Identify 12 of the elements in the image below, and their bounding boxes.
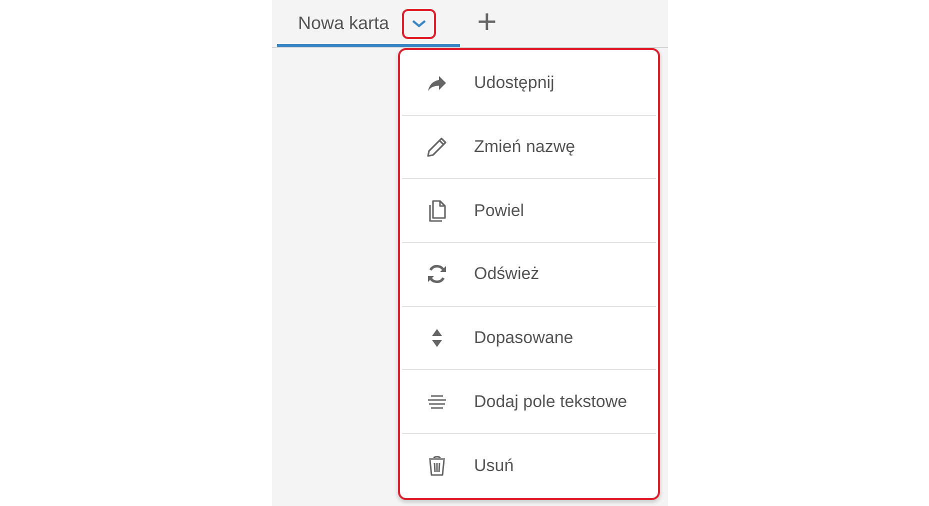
tab-menu-button[interactable] [402, 8, 436, 38]
tab-label: Nowa karta [298, 13, 390, 34]
menu-item[interactable]: Zmień nazwę [402, 116, 656, 180]
pencil-icon [425, 135, 449, 160]
menu-item[interactable]: Usuń [402, 434, 656, 498]
add-tab-button[interactable]: + [477, 4, 497, 38]
menu-item[interactable]: Dopasowane [402, 306, 656, 370]
menu-item[interactable]: Udostępnij [402, 52, 656, 116]
menu-item[interactable]: Powiel [402, 179, 656, 244]
menu-item[interactable]: Odśwież [402, 243, 656, 307]
menu-item[interactable]: Dodaj pole tekstowe [402, 370, 656, 434]
chevron-down-icon [411, 18, 428, 28]
